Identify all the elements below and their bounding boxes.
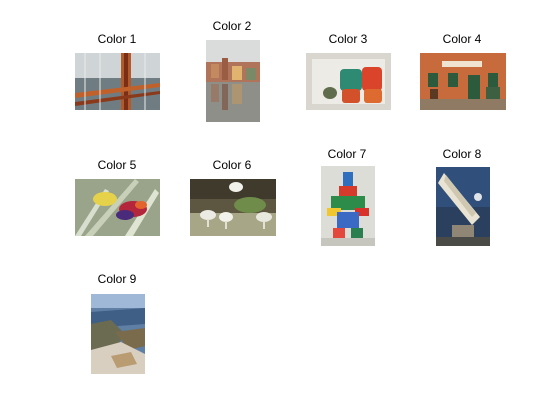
- image-thumbnail-6: [190, 179, 276, 236]
- image-thumbnail-4: [420, 53, 506, 110]
- image-thumbnail-8: [436, 167, 490, 246]
- image-title-1: Color 1: [97, 32, 137, 46]
- image-title-3: Color 3: [328, 32, 368, 46]
- image-thumbnail-2: [206, 40, 260, 122]
- image-title-4: Color 4: [442, 32, 482, 46]
- image-thumbnail-7: [321, 166, 375, 246]
- image-title-5: Color 5: [97, 158, 137, 172]
- image-thumbnail-5: [75, 179, 160, 236]
- image-title-6: Color 6: [212, 158, 252, 172]
- image-title-9: Color 9: [97, 272, 137, 286]
- image-thumbnail-3: [306, 53, 391, 110]
- image-thumbnail-1: [75, 53, 160, 110]
- image-title-2: Color 2: [212, 19, 252, 33]
- image-title-8: Color 8: [442, 147, 482, 161]
- image-thumbnail-9: [91, 294, 145, 374]
- image-title-7: Color 7: [327, 147, 367, 161]
